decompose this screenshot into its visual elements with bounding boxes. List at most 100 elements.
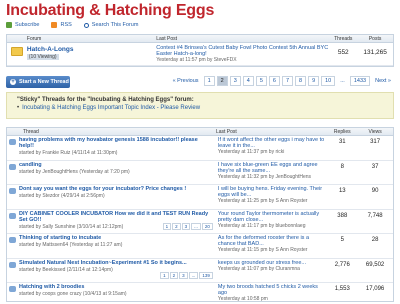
page-link[interactable]: 10 [321, 76, 336, 86]
thread-status-icon [9, 212, 16, 219]
last-post-excerpt[interactable]: Your round Taylor thermometer is actuall… [218, 211, 325, 223]
plus-icon: + [10, 79, 16, 85]
thread-title-link[interactable]: Thinking of starting to incubate [19, 235, 122, 241]
forum-actions: Subscribe RSS Search This Forum [6, 22, 138, 28]
thread-column-header[interactable]: Thread [7, 129, 216, 135]
view-count: 17,096 [365, 286, 385, 292]
thread-rows: having problems with my hovabator genesi… [7, 136, 393, 304]
page-link[interactable]: 5 [255, 76, 267, 86]
subforum-header: Forum Last Post Threads Posts [7, 35, 393, 43]
last-post-meta: Yesterday at 11:37 pm by ricki [217, 149, 285, 155]
thread-status-icon [9, 163, 16, 170]
thread-status-icon [9, 188, 16, 194]
last-post-meta: Yesterday at 11:17 pm by bluebonnlaeg [217, 222, 306, 229]
page-link[interactable]: 7 [281, 76, 293, 86]
page-ellipsis: ... [337, 77, 348, 85]
views-column-header[interactable]: Views [357, 129, 393, 135]
thread-page-link[interactable]: 3 [181, 223, 191, 230]
thread-row: having problems with my hovabator genesi… [7, 136, 393, 161]
thread-page-link[interactable]: 1 [160, 272, 169, 279]
thread-status-icon [9, 139, 16, 145]
last-post-meta: Yesterday at 11:32 pm by JenBoughtHens [217, 173, 312, 180]
thread-list: Thread Last Post Replies Views having pr… [6, 127, 394, 302]
thread-starter: started by Frankie Ruiz (4/11/14 at 11:3… [19, 150, 118, 156]
thread-title-link[interactable]: Simulated Natural Nest Incubation~Experi… [19, 260, 187, 266]
page-link[interactable]: 4 [242, 76, 254, 86]
rss-link[interactable]: RSS [51, 22, 72, 28]
subforum-row: Hatch-A-Longs (10 Viewing) Contest #4 Br… [7, 43, 393, 66]
thread-status-icon [9, 286, 16, 292]
thread-title-link[interactable]: Hatching with 2 broodies [19, 284, 127, 290]
next-page-link[interactable]: Next » [372, 77, 394, 85]
new-thread-button[interactable]: + Start a New Thread [6, 76, 70, 88]
subscribe-link[interactable]: Subscribe [6, 22, 39, 28]
reply-count: 13 [338, 188, 346, 194]
thread-page-link[interactable]: 1 [162, 223, 172, 230]
sticky-thread-link[interactable]: Incubating & Hatching Eggs Important Top… [17, 105, 383, 111]
view-count: 90 [371, 188, 379, 194]
thread-pages: 1 2 3... 20 [162, 223, 213, 230]
thread-title-link[interactable]: DIY CABINET COOLER INCUBATOR How we did … [19, 211, 214, 223]
page-link[interactable]: 9 [308, 76, 320, 86]
thread-row: Simulated Natural Nest Incubation~Experi… [7, 259, 393, 283]
search-forum-link[interactable]: Search This Forum [83, 22, 138, 28]
reply-count: 31 [338, 139, 346, 145]
reply-count: 2,776 [334, 261, 350, 268]
last-post-meta: Yesterday at 11:25 pm by S Ann Royster [217, 198, 308, 204]
thread-starter: started by JenBoughtHens (Yesterday at 7… [19, 168, 130, 175]
thread-page-link[interactable]: 2 [169, 272, 179, 279]
subforum-link[interactable]: Hatch-A-Longs [27, 46, 156, 53]
thread-title-link[interactable]: Dont say you want the eggs for your incu… [19, 186, 186, 192]
thread-pages: 1 2 3... 139 [160, 272, 213, 279]
thread-title-link[interactable]: having problems with my hovabator genesi… [19, 137, 214, 149]
last-post-excerpt[interactable]: I will be buying hens. Friday evening. T… [218, 186, 325, 198]
thread-page-link[interactable]: 3 [179, 272, 188, 279]
previous-page-link[interactable]: « Previous [169, 77, 202, 85]
thread-row: Dont say you want the eggs for your incu… [7, 185, 393, 210]
current-page: 2 [216, 76, 228, 86]
replies-column-header[interactable]: Replies [327, 129, 357, 135]
thread-page-link[interactable]: 139 [199, 272, 213, 279]
page-link[interactable]: 1 [203, 76, 215, 86]
last-post-meta: Yesterday at 11:15 pm by S Ann Royster [217, 247, 308, 253]
reply-count: 388 [337, 212, 348, 219]
last-post-excerpt[interactable]: As for the deformed rooster there is a c… [218, 235, 325, 247]
view-count: 69,502 [365, 261, 385, 268]
last-post-meta: Yesterday at 10:58 pm [217, 296, 268, 302]
thread-row: DIY CABINET COOLER INCUBATOR How we did … [7, 210, 393, 234]
last-post-meta: Yesterday at 11:57 pm by SteveFDX [156, 57, 237, 63]
thread-row: Hatching with 2 broodies started by coop… [7, 283, 393, 304]
pagination: « Previous 1 2 3 4 5 6 7 8 9 10 ... 1433… [169, 76, 394, 86]
post-count: 131,265 [363, 49, 387, 56]
sticky-box: "Sticky" Threads for the "Incubating & H… [6, 92, 394, 119]
last-post-excerpt[interactable]: If it wont affect the other eggs i may h… [218, 137, 325, 149]
view-count: 37 [371, 163, 379, 170]
subscribe-icon [6, 22, 12, 28]
page-title: Incubating & Hatching Eggs [6, 2, 215, 19]
thread-page-link[interactable]: ... [188, 272, 199, 279]
thread-page-link[interactable]: 20 [201, 223, 213, 230]
last-post-column-header[interactable]: Last Post [216, 129, 327, 135]
folder-icon [10, 47, 23, 56]
last-page-link[interactable]: 1433 [349, 76, 371, 86]
page-link[interactable]: 3 [229, 76, 241, 86]
thread-page-link[interactable]: 2 [172, 223, 181, 230]
thread-page-link[interactable]: ... [191, 223, 201, 230]
last-post-excerpt[interactable]: I have six blue-green EE eggs and agree … [218, 162, 325, 174]
viewing-badge: (10 Viewing) [26, 54, 59, 60]
last-post-title[interactable]: Contest #4 Brinsea's Cutest Baby Fowl Ph… [156, 45, 329, 57]
thread-title-link[interactable]: candling [19, 162, 130, 168]
view-count: 7,748 [367, 212, 383, 219]
view-count: 28 [371, 237, 379, 243]
reply-count: 8 [340, 163, 344, 170]
page-link[interactable]: 8 [295, 76, 307, 86]
thread-status-icon [9, 261, 16, 268]
thread-row: Thinking of starting to incubate started… [7, 234, 393, 259]
thread-starter: started by coops gone crazy (10/4/13 at … [19, 291, 127, 297]
sticky-header: "Sticky" Threads for the "Incubating & H… [17, 97, 194, 103]
thread-row: candling started by JenBoughtHens (Yeste… [7, 161, 393, 185]
last-post-excerpt[interactable]: My two broods hatched 5 chicks 2 weeks a… [218, 284, 325, 296]
rss-icon [51, 22, 58, 28]
page-link[interactable]: 6 [268, 76, 280, 86]
thread-starter: started by Stezdor (4/29/14 at 2:56pm) [19, 193, 105, 199]
